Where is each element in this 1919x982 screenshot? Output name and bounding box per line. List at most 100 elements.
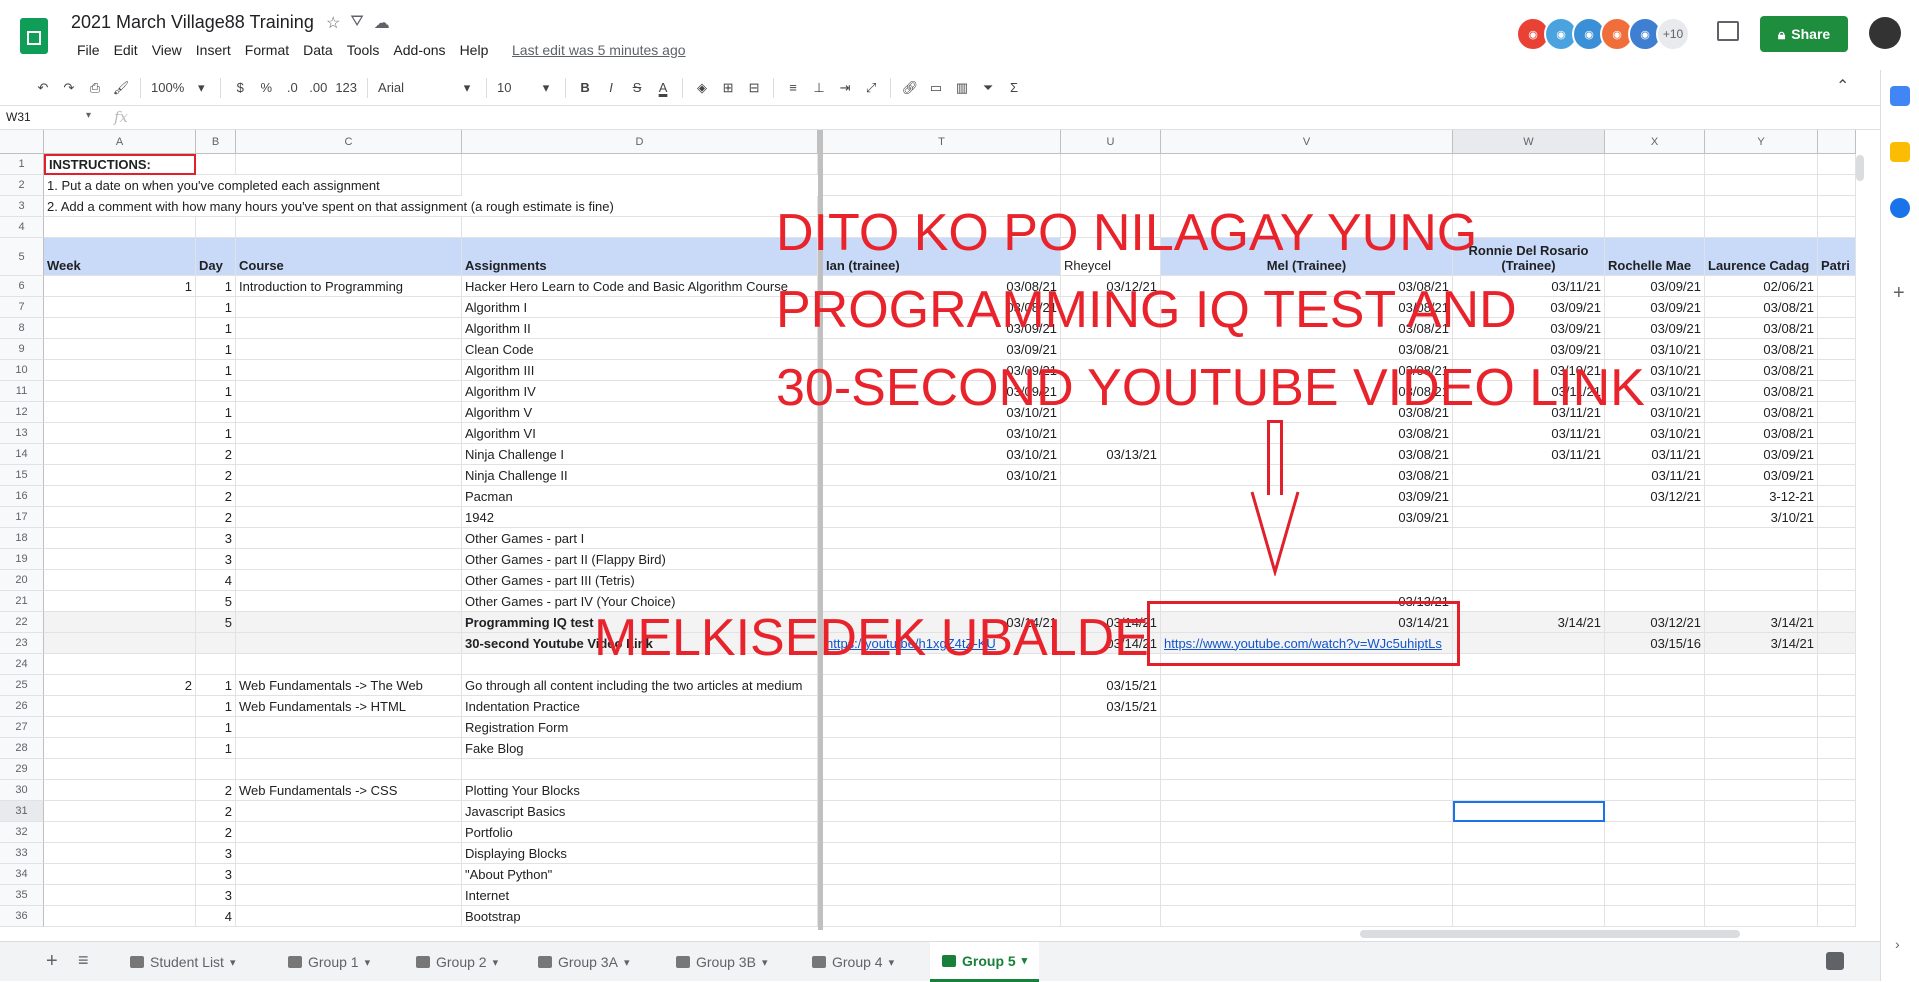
table-cell[interactable]	[1061, 801, 1161, 822]
menu-item[interactable]: Add-ons	[386, 40, 452, 60]
print-icon[interactable]: ⎙	[82, 75, 108, 101]
table-cell[interactable]: Web Fundamentals -> CSS	[236, 780, 462, 801]
table-cell[interactable]	[1161, 822, 1453, 843]
table-cell[interactable]	[1818, 154, 1856, 175]
table-cell[interactable]: 03/08/21	[1705, 318, 1818, 339]
table-cell[interactable]: 03/08/21	[1161, 465, 1453, 486]
table-cell[interactable]	[1453, 486, 1605, 507]
row-header[interactable]: 21	[0, 591, 44, 612]
table-cell[interactable]: 03/09/21	[1605, 318, 1705, 339]
table-cell[interactable]	[44, 843, 196, 864]
functions-icon[interactable]: Σ	[1001, 75, 1027, 101]
table-cell[interactable]	[1705, 759, 1818, 780]
table-cell[interactable]	[236, 570, 462, 591]
borders-icon[interactable]: ⊞	[715, 75, 741, 101]
table-cell[interactable]	[1705, 654, 1818, 675]
table-cell[interactable]: 2	[196, 801, 236, 822]
sheet-tab[interactable]: Group 2 ▾	[404, 942, 510, 982]
table-cell[interactable]: 1	[44, 276, 196, 297]
table-cell[interactable]: 03/09/21	[1605, 276, 1705, 297]
table-cell[interactable]	[1453, 759, 1605, 780]
row-header[interactable]: 27	[0, 717, 44, 738]
table-cell[interactable]: 1	[196, 318, 236, 339]
last-edit-link[interactable]: Last edit was 5 minutes ago	[512, 42, 686, 58]
table-cell[interactable]	[1818, 444, 1856, 465]
table-cell[interactable]	[1818, 843, 1856, 864]
table-cell[interactable]: Bootstrap	[462, 906, 818, 927]
table-cell[interactable]	[44, 864, 196, 885]
more-collaborators-badge[interactable]: +10	[1656, 17, 1690, 51]
table-cell[interactable]	[44, 528, 196, 549]
table-cell[interactable]	[823, 675, 1061, 696]
table-cell[interactable]	[1453, 696, 1605, 717]
table-cell[interactable]	[44, 423, 196, 444]
table-cell[interactable]: 2	[196, 465, 236, 486]
table-cell[interactable]: 1	[196, 696, 236, 717]
table-cell[interactable]	[44, 654, 196, 675]
row-header[interactable]: 36	[0, 906, 44, 927]
table-cell[interactable]	[1705, 717, 1818, 738]
table-cell[interactable]	[1453, 864, 1605, 885]
table-cell[interactable]: Plotting Your Blocks	[462, 780, 818, 801]
table-cell[interactable]	[1061, 843, 1161, 864]
table-cell[interactable]: Displaying Blocks	[462, 843, 818, 864]
table-cell[interactable]	[1818, 885, 1856, 906]
table-cell[interactable]: 03/08/21	[1705, 297, 1818, 318]
table-cell[interactable]: 03/15/16	[1605, 633, 1705, 654]
table-cell[interactable]	[1161, 780, 1453, 801]
table-cell[interactable]: Internet	[462, 885, 818, 906]
table-cell[interactable]	[44, 801, 196, 822]
add-ons-plus-icon[interactable]: +	[1893, 282, 1905, 305]
table-cell[interactable]	[1705, 843, 1818, 864]
document-title[interactable]: 2021 March Village88 Training	[71, 12, 314, 33]
table-cell[interactable]: 03/09/21	[823, 339, 1061, 360]
table-cell[interactable]: 03/12/21	[1605, 486, 1705, 507]
table-cell[interactable]	[1061, 906, 1161, 927]
table-cell[interactable]	[1818, 717, 1856, 738]
row-header[interactable]: 10	[0, 360, 44, 381]
table-cell[interactable]	[44, 759, 196, 780]
row-header[interactable]: 11	[0, 381, 44, 402]
table-cell[interactable]	[236, 423, 462, 444]
sheet-tab[interactable]: Group 3B ▾	[664, 942, 779, 982]
table-cell[interactable]: Hacker Hero Learn to Code and Basic Algo…	[462, 276, 818, 297]
table-cell[interactable]: 1	[196, 360, 236, 381]
table-cell[interactable]	[196, 217, 236, 238]
account-avatar[interactable]	[1869, 17, 1901, 49]
table-cell[interactable]	[196, 759, 236, 780]
table-cell[interactable]	[1705, 822, 1818, 843]
column-header[interactable]: C	[236, 130, 462, 154]
chevron-down-icon[interactable]: ▾	[889, 956, 895, 969]
column-header[interactable]: U	[1061, 130, 1161, 154]
chevron-down-icon[interactable]: ▾	[762, 956, 768, 969]
table-cell[interactable]: 03/11/21	[1605, 444, 1705, 465]
table-cell[interactable]: 1942	[462, 507, 818, 528]
table-cell[interactable]	[1705, 738, 1818, 759]
table-cell[interactable]	[1818, 738, 1856, 759]
increase-decimal-button[interactable]: .00	[305, 75, 331, 101]
row-header[interactable]: 8	[0, 318, 44, 339]
select-all-corner[interactable]	[0, 130, 44, 154]
table-cell[interactable]	[1161, 175, 1453, 196]
table-cell[interactable]: Algorithm V	[462, 402, 818, 423]
table-cell[interactable]	[1818, 423, 1856, 444]
sheet-tab[interactable]: Group 1 ▾	[276, 942, 382, 982]
chevron-down-icon[interactable]: ▾	[624, 956, 630, 969]
sheet-tab[interactable]: Group 3A ▾	[526, 942, 641, 982]
menu-item[interactable]: Help	[453, 40, 496, 60]
table-cell[interactable]	[44, 591, 196, 612]
row-header[interactable]: 35	[0, 885, 44, 906]
sheets-logo-icon[interactable]	[20, 18, 48, 54]
table-cell[interactable]	[1161, 570, 1453, 591]
table-cell[interactable]	[196, 633, 236, 654]
row-header[interactable]: 13	[0, 423, 44, 444]
table-cell[interactable]	[1061, 423, 1161, 444]
column-header[interactable]: V	[1161, 130, 1453, 154]
table-cell[interactable]: Algorithm II	[462, 318, 818, 339]
table-cell[interactable]	[1161, 528, 1453, 549]
table-cell[interactable]	[823, 738, 1061, 759]
table-cell[interactable]	[823, 864, 1061, 885]
table-cell[interactable]	[236, 801, 462, 822]
table-cell[interactable]	[1061, 549, 1161, 570]
table-cell[interactable]: 3	[196, 864, 236, 885]
